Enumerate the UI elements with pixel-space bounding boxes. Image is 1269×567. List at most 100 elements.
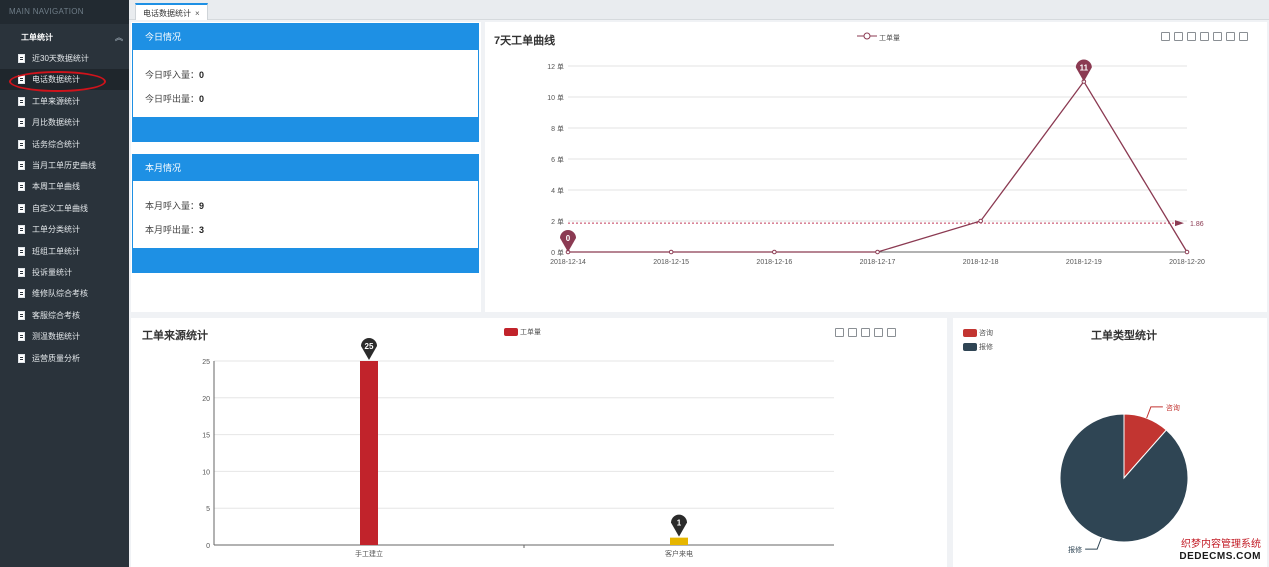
- close-icon[interactable]: ×: [195, 9, 200, 18]
- data-point: [772, 249, 777, 255]
- y-tick-label: 8 单: [551, 124, 564, 133]
- y-tick-label: 15: [202, 433, 210, 440]
- y-tick-label: 12 单: [547, 62, 564, 71]
- sidebar-item[interactable]: 本周工单曲线: [0, 176, 129, 197]
- sidebar-item[interactable]: 维修队综合考核: [0, 283, 129, 304]
- y-tick-label: 0: [206, 543, 210, 550]
- sidebar-item[interactable]: 班组工单统计: [0, 241, 129, 262]
- y-tick-label: 0 单: [551, 248, 564, 257]
- y-tick-label: 2 单: [551, 217, 564, 226]
- document-icon: [18, 289, 25, 299]
- mark-point-label: 1: [677, 519, 682, 528]
- x-tick-label: 2018-12-19: [1066, 259, 1102, 266]
- sidebar-item-label: 月比数据统计: [32, 118, 80, 128]
- sidebar-item-label: 投诉量统计: [32, 268, 72, 277]
- sidebar-item[interactable]: 客服综合考核: [0, 305, 129, 326]
- bar-chart-panel: 工单来源统计 工单量 0 5 10 15 20 25 手工建立 25 客户来电 1: [131, 318, 947, 567]
- y-tick-label: 6 单: [551, 155, 564, 164]
- data-point: [875, 249, 880, 255]
- sidebar-group-workorder-stats[interactable]: 工单统计 ︽: [0, 24, 129, 51]
- document-icon: [18, 246, 25, 256]
- highlight-circle-annotation: [9, 71, 106, 92]
- data-point: [978, 218, 983, 224]
- mark-point-label: 11: [1080, 64, 1089, 73]
- today-inbound: 今日呼入量：0: [145, 70, 205, 80]
- sidebar-group-label: 工单统计: [21, 33, 53, 42]
- x-tick-label: 手工建立: [355, 549, 383, 558]
- y-tick-label: 25: [202, 359, 210, 366]
- document-icon: [18, 54, 25, 63]
- pie-slice-label: 报修: [1068, 545, 1082, 554]
- y-tick-label: 10 单: [547, 93, 564, 102]
- document-icon: [18, 225, 25, 235]
- sidebar: MAIN NAVIGATION 工单统计 ︽ 近30天数据统计 电话数据统计 工单来…: [0, 0, 129, 567]
- y-tick-label: 10: [202, 469, 210, 476]
- sidebar-item[interactable]: 当月工单历史曲线: [0, 155, 129, 176]
- today-card-title: 今日情况: [133, 24, 478, 50]
- pie-chart-panel: 工单类型统计 咨询 报修 咨询 报修 织梦内容管理系统 DEDECMS.COM: [953, 318, 1267, 567]
- bar-chart: 0 5 10 15 20 25 手工建立 25 客户来电 1: [202, 338, 834, 558]
- sidebar-item[interactable]: 月比数据统计: [0, 112, 129, 133]
- bar: [670, 537, 688, 545]
- today-card-footer: [133, 117, 478, 141]
- pie-label-line: [1085, 537, 1102, 550]
- month-outbound: 本月呼出量：3: [145, 225, 205, 235]
- tab-label: 电话数据统计: [143, 9, 191, 18]
- document-icon: [18, 96, 25, 106]
- document-icon: [18, 268, 25, 277]
- mark-line-label: 1.86: [1190, 221, 1204, 228]
- pie-chart: 咨询报修: [1059, 403, 1189, 554]
- tab-bar: 电话数据统计 ×: [129, 0, 1269, 20]
- y-tick-label: 5: [206, 506, 210, 513]
- document-icon: [18, 353, 25, 363]
- line-chart-panel: 7天工单曲线 工单量 0 单2 单4 单6 单8 单 10 单 12 单 2018-1…: [485, 22, 1267, 312]
- sidebar-item-label: 近30天数据统计: [32, 54, 89, 63]
- pie-label-line: [1146, 406, 1163, 419]
- sidebar-item-label: 话务综合统计: [32, 139, 80, 149]
- sidebar-item-label: 自定义工单曲线: [32, 203, 88, 213]
- month-card-title: 本月情况: [133, 155, 478, 181]
- sidebar-item-label: 当月工单历史曲线: [32, 161, 96, 170]
- series-line: [568, 80, 1188, 253]
- document-icon: [18, 161, 25, 170]
- x-tick-label: 2018-12-15: [653, 259, 689, 266]
- data-point: [668, 249, 674, 255]
- x-tick-label: 2018-12-16: [756, 259, 792, 266]
- sidebar-item-label: 运营质量分析: [32, 353, 80, 363]
- sidebar-item[interactable]: 话务综合统计: [0, 134, 129, 155]
- bar: [360, 361, 378, 545]
- nav-heading: MAIN NAVIGATION: [0, 0, 129, 24]
- data-point: [1184, 249, 1190, 255]
- sidebar-item-label: 客服综合考核: [32, 310, 80, 320]
- sidebar-item-label: 工单分类统计: [32, 225, 80, 235]
- sidebar-item-label: 本周工单曲线: [32, 182, 80, 192]
- x-tick-label: 客户来电: [665, 549, 693, 558]
- tab-phone-stats[interactable]: 电话数据统计 ×: [135, 3, 208, 20]
- sidebar-item[interactable]: 自定义工单曲线: [0, 198, 129, 219]
- y-tick-label: 20: [202, 396, 210, 403]
- sidebar-item[interactable]: 投诉量统计: [0, 262, 129, 283]
- month-inbound: 本月呼入量：9: [145, 201, 205, 211]
- today-card: 今日情况 今日呼入量：0 今日呼出量：0: [132, 23, 479, 142]
- sidebar-item[interactable]: 近30天数据统计: [0, 48, 129, 69]
- x-tick-label: 2018-12-17: [860, 259, 896, 266]
- pie-slice: [1059, 413, 1189, 543]
- mark-point-label: 25: [365, 342, 374, 351]
- summary-panel: 今日情况 今日呼入量：0 今日呼出量：0 本月情况 本月呼入量：9 本月呼出量：…: [131, 22, 481, 312]
- sidebar-item[interactable]: 运营质量分析: [0, 348, 129, 369]
- sidebar-item-label: 工单来源统计: [32, 96, 80, 106]
- document-icon: [18, 203, 25, 213]
- sidebar-item[interactable]: 工单分类统计: [0, 219, 129, 240]
- sidebar-item[interactable]: 测温数据统计: [0, 326, 129, 347]
- document-icon: [18, 139, 25, 149]
- document-icon: [18, 332, 25, 342]
- watermark: 织梦内容管理系统 DEDECMS.COM: [1179, 539, 1261, 562]
- pie-slice-label: 咨询: [1166, 403, 1180, 412]
- x-tick-label: 2018-12-18: [963, 259, 999, 266]
- chevron-up-icon: ︽: [115, 33, 123, 42]
- month-card: 本月情况 本月呼入量：9 本月呼出量：3: [132, 154, 479, 273]
- mark-point-label: 0: [566, 234, 571, 243]
- document-icon: [18, 118, 25, 128]
- sidebar-item[interactable]: 工单来源统计: [0, 91, 129, 112]
- y-tick-label: 4 单: [551, 186, 564, 195]
